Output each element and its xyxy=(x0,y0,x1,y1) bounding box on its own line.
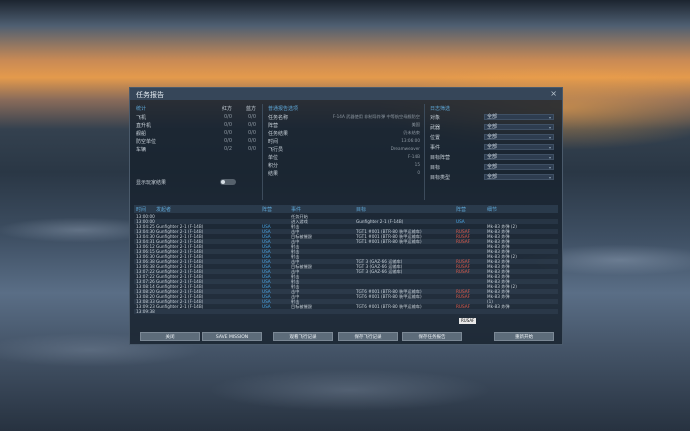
filter-select-value: 全部 xyxy=(487,134,498,140)
stats-row-blue: 0/0 xyxy=(247,130,256,136)
filter-header: 日志筛选 xyxy=(430,106,451,112)
stats-row-label: 飞机 xyxy=(136,115,147,121)
col-event[interactable]: 事件 xyxy=(291,206,301,213)
summary-row-value: 15 xyxy=(414,162,420,167)
filter-select[interactable]: 全部 ▾ xyxy=(484,114,554,120)
stats-row-blue: 0/0 xyxy=(247,146,256,152)
filter-row-label: 武器 xyxy=(430,125,441,131)
filter-panel: 日志筛选 对象 全部 ▾ 武器 全部 ▾ 位置 全部 ▾ 事件 全部 ▾ 目标阵营 全部 ▾ 目标 全部 ▾ 目标类… xyxy=(428,104,558,200)
mission-report-window: 任务报告 × 统计 红方 蓝方 飞机 0/0 0/0 直升机 0/0 0/0 舰船 0/0 0/… xyxy=(129,87,563,345)
chevron-down-icon: ▾ xyxy=(548,155,551,160)
close-icon[interactable]: × xyxy=(550,89,557,98)
stats-col-blue: 蓝方 xyxy=(246,106,257,112)
filter-row-label: 目标类型 xyxy=(430,175,451,181)
close-button[interactable]: 关闭 xyxy=(140,332,200,341)
show-player-label: 显示玩家结果 xyxy=(136,180,167,186)
filter-row-label: 目标阵营 xyxy=(430,155,451,161)
stats-panel: 统计 红方 蓝方 飞机 0/0 0/0 直升机 0/0 0/0 舰船 0/0 0/0 防空单位 0/… xyxy=(134,104,263,200)
stats-row-label: 车辆 xyxy=(136,147,147,153)
log-cell-time: 13:09:38 xyxy=(136,309,155,314)
show-player-toggle[interactable] xyxy=(220,179,236,185)
stats-row-red: 0/0 xyxy=(223,138,232,144)
col-detail[interactable]: 细节 xyxy=(487,206,497,213)
summary-row-value: F-14B xyxy=(407,154,420,159)
filter-select[interactable]: 全部 ▾ xyxy=(484,154,554,160)
window-title: 任务报告 xyxy=(136,91,164,99)
save-track-button[interactable]: 保存飞行记录 xyxy=(338,332,398,341)
summary-panel: 普通报告选项 任务名称 F-14A 武器使用 非制导炸弹 中等航空母舰防空阵营 美国… xyxy=(266,104,425,200)
col-target-side[interactable]: 阵营 xyxy=(456,206,466,213)
filter-select-value: 全部 xyxy=(487,124,498,130)
filter-select-value: 全部 xyxy=(487,174,498,180)
stats-row-label: 防空单位 xyxy=(136,139,157,145)
chevron-down-icon: ▾ xyxy=(548,145,551,150)
filter-select-value: 全部 xyxy=(487,144,498,150)
event-log-table: 时间 发起者 阵营 事件 目标 阵营 细节 13:00:00 任务开始 13:00:… xyxy=(134,205,558,315)
summary-row-value: F-14A 武器使用 非制导炸弹 中等航空母舰防空 xyxy=(332,114,420,119)
summary-row-value: 0 xyxy=(417,170,420,175)
stats-row-red: 0/0 xyxy=(223,122,232,128)
summary-row-label: 阵营 xyxy=(268,123,279,129)
stats-header: 统计 xyxy=(136,106,147,112)
filter-row-label: 目标 xyxy=(430,165,441,171)
save-report-button[interactable]: 保存任务报告 xyxy=(402,332,462,341)
filter-select-value: 全部 xyxy=(487,154,498,160)
summary-row-label: 积分 xyxy=(268,163,279,169)
summary-row-label: 飞行员 xyxy=(268,147,284,153)
stats-row-blue: 0/0 xyxy=(247,122,256,128)
summary-row-label: 任务结果 xyxy=(268,131,289,137)
filter-select[interactable]: 全部 ▾ xyxy=(484,144,554,150)
summary-row-label: 时间 xyxy=(268,139,279,145)
stats-row-red: 0/0 xyxy=(223,114,232,120)
chevron-down-icon: ▾ xyxy=(548,115,551,120)
chevron-down-icon: ▾ xyxy=(548,135,551,140)
col-time[interactable]: 时间 xyxy=(136,206,146,213)
chevron-down-icon: ▾ xyxy=(548,175,551,180)
filter-select[interactable]: 全部 ▾ xyxy=(484,174,554,180)
summary-header: 普通报告选项 xyxy=(268,106,299,112)
log-row[interactable]: 13:09:38 xyxy=(134,309,558,314)
summary-row-value: 仍未结束 xyxy=(403,130,420,135)
window-titlebar: 任务报告 × xyxy=(130,88,562,100)
filter-select-value: 全部 xyxy=(487,114,498,120)
filter-select[interactable]: 全部 ▾ xyxy=(484,124,554,130)
col-target[interactable]: 目标 xyxy=(356,206,366,213)
filter-select-value: 全部 xyxy=(487,164,498,170)
save-mission-button[interactable]: SAVE MISSION xyxy=(202,332,262,341)
summary-row-label: 任务名称 xyxy=(268,115,289,121)
col-side[interactable]: 阵营 xyxy=(262,206,272,213)
chevron-down-icon: ▾ xyxy=(548,125,551,130)
stats-row-label: 直升机 xyxy=(136,123,152,129)
filter-row-label: 事件 xyxy=(430,145,441,151)
stats-col-red: 红方 xyxy=(222,106,233,112)
log-table-header: 时间 发起者 阵营 事件 目标 阵营 细节 xyxy=(134,205,558,213)
stats-row-label: 舰船 xyxy=(136,131,147,137)
summary-row-value: 13:06:00 xyxy=(401,138,420,143)
col-initiator[interactable]: 发起者 xyxy=(156,206,171,213)
stats-row-blue: 0/0 xyxy=(247,114,256,120)
stats-row-red: 0/0 xyxy=(223,130,232,136)
chevron-down-icon: ▾ xyxy=(548,165,551,170)
filter-select[interactable]: 全部 ▾ xyxy=(484,164,554,170)
restart-button[interactable]: 重新开始 xyxy=(494,332,554,341)
summary-row-label: 单位 xyxy=(268,155,279,161)
stats-row-red: 0/2 xyxy=(223,146,232,152)
view-track-button[interactable]: 观看飞行记录 xyxy=(273,332,333,341)
summary-row-label: 结果 xyxy=(268,171,279,177)
stats-row-blue: 0/0 xyxy=(247,138,256,144)
summary-row-value: Dreamweaver xyxy=(390,146,420,151)
side-badge: RUSAF xyxy=(459,318,477,324)
filter-row-label: 对象 xyxy=(430,115,441,121)
summary-row-value: 美国 xyxy=(411,122,420,127)
filter-row-label: 位置 xyxy=(430,135,441,141)
filter-select[interactable]: 全部 ▾ xyxy=(484,134,554,140)
